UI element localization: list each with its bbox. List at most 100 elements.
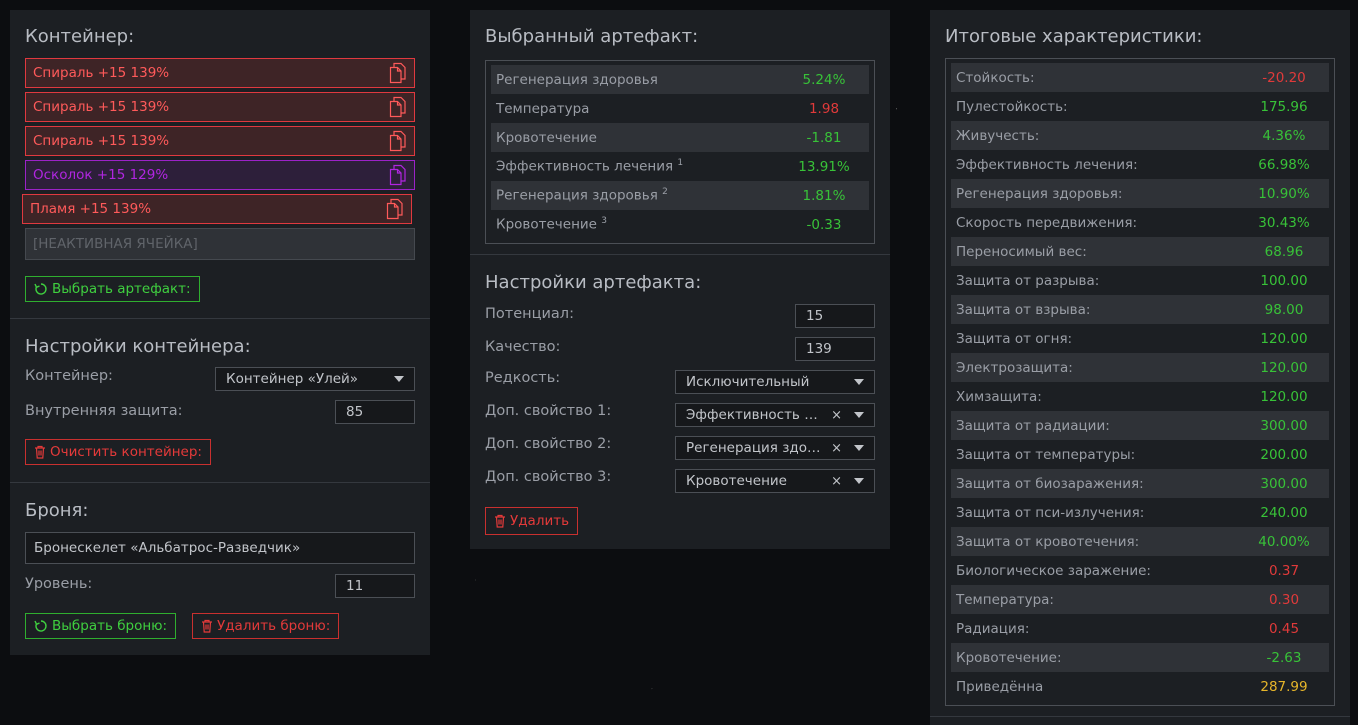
stat-value: -1.81 bbox=[806, 129, 842, 146]
stat-row: Температура: 0.30 bbox=[951, 585, 1329, 614]
stat-name-text: Биологическое заражение: bbox=[956, 562, 1151, 579]
stat-name-text: Приведённа bbox=[956, 678, 1044, 695]
stat-name-text: Защита от пси-излучения: bbox=[956, 504, 1145, 521]
rarity-label: Редкость: bbox=[485, 370, 561, 386]
stat-name: Температура: bbox=[956, 592, 1054, 608]
artifact-slot[interactable]: Спираль +15 139% bbox=[25, 126, 415, 156]
stat-row: Защита от радиации: 300.00 bbox=[951, 411, 1329, 440]
stat-value: -0.33 bbox=[806, 216, 842, 233]
container-settings-title: Настройки контейнера: bbox=[25, 336, 251, 357]
prop2-select[interactable]: Регенерация здоровья × bbox=[675, 436, 875, 460]
stat-value: 10.90% bbox=[1258, 185, 1310, 202]
stat-row: Регенерация здоровья: 10.90% bbox=[951, 179, 1329, 208]
stat-name: Радиация: bbox=[956, 621, 1029, 637]
clear-icon[interactable]: × bbox=[831, 474, 842, 489]
artifact-slot[interactable]: Спираль +15 139% bbox=[25, 58, 415, 88]
artifact-slot[interactable]: Пламя +15 139% bbox=[22, 194, 412, 224]
stat-value: 300.00 bbox=[1260, 417, 1308, 434]
copy-icon[interactable] bbox=[389, 130, 407, 152]
select-armor-button[interactable]: Выбрать броню: bbox=[25, 613, 177, 639]
stat-name-text: Электрозащита: bbox=[956, 359, 1073, 376]
stat-row: Эффективность лечения 1 13.91% bbox=[491, 152, 869, 181]
stat-name-text: Кровотечение bbox=[496, 129, 597, 146]
stat-name: Кровотечение 3 bbox=[496, 216, 607, 233]
prop1-select[interactable]: Эффективность лечения × bbox=[675, 403, 875, 427]
stat-value: 30.43% bbox=[1258, 214, 1310, 231]
clear-icon[interactable]: × bbox=[831, 441, 842, 456]
artifact-panel: Выбранный артефакт: Регенерация здоровья… bbox=[470, 10, 890, 549]
refresh-icon bbox=[34, 620, 47, 632]
stat-name-text: Регенерация здоровья bbox=[496, 71, 658, 88]
stat-name: Регенерация здоровья: bbox=[956, 186, 1122, 202]
stat-name-text: Регенерация здоровья: bbox=[956, 185, 1123, 202]
stat-name: Эффективность лечения: bbox=[956, 157, 1138, 173]
stat-name: Защита от кровотечения: bbox=[956, 534, 1139, 550]
delete-artifact-button[interactable]: Удалить bbox=[485, 507, 579, 535]
select-artifact-button[interactable]: Выбрать артефакт: bbox=[25, 276, 200, 302]
artifact-slot[interactable]: Спираль +15 139% bbox=[25, 92, 415, 122]
stat-row: Защита от огня: 120.00 bbox=[951, 324, 1329, 353]
stat-value: 13.91% bbox=[798, 158, 850, 175]
stat-value: 68.96 bbox=[1264, 243, 1304, 260]
artifact-slot-label: Осколок +15 129% bbox=[33, 167, 169, 183]
rarity-select[interactable]: Исключительный bbox=[675, 370, 875, 394]
clear-container-button[interactable]: Очистить контейнер: bbox=[25, 439, 211, 465]
level-input[interactable]: 11 bbox=[335, 574, 415, 598]
artifact-slot[interactable]: [НЕАКТИВНАЯ ЯЧЕЙКА] bbox=[25, 228, 415, 260]
prop1-select-value: Эффективность лечения bbox=[686, 407, 825, 423]
delete-armor-button[interactable]: Удалить броню: bbox=[192, 613, 340, 639]
stat-name: Защита от разрыва: bbox=[956, 273, 1099, 289]
clear-icon[interactable]: × bbox=[831, 408, 842, 423]
potential-input[interactable]: 15 bbox=[795, 304, 875, 328]
stat-value: 5.24% bbox=[802, 71, 846, 88]
totals-panel: Итоговые характеристики: Стойкость: -20.2… bbox=[930, 10, 1350, 725]
prop3-select[interactable]: Кровотечение × bbox=[675, 469, 875, 493]
prop3-label: Доп. свойство 3: bbox=[485, 469, 612, 485]
stat-name-text: Переносимый вес: bbox=[956, 243, 1087, 260]
stat-name-text: Защита от огня: bbox=[956, 330, 1073, 347]
stat-name: Защита от температуры: bbox=[956, 447, 1135, 463]
copy-icon[interactable] bbox=[389, 96, 407, 118]
stat-name-text: Защита от радиации: bbox=[956, 417, 1110, 434]
copy-icon[interactable] bbox=[389, 164, 407, 186]
copy-icon[interactable] bbox=[386, 198, 404, 220]
stat-value: 287.99 bbox=[1260, 678, 1308, 695]
stat-value: -20.20 bbox=[1262, 69, 1306, 86]
stat-name-text: Защита от биозаражения: bbox=[956, 475, 1144, 492]
artifact-title: Выбранный артефакт: bbox=[485, 26, 699, 47]
stat-value: 40.00% bbox=[1258, 533, 1310, 550]
stat-name: Приведённа bbox=[956, 679, 1043, 695]
stat-row: Защита от биозаражения: 300.00 bbox=[951, 469, 1329, 498]
stat-value: 1.81% bbox=[802, 187, 846, 204]
quality-input[interactable]: 139 bbox=[795, 337, 875, 361]
stat-name: Защита от радиации: bbox=[956, 418, 1110, 434]
container-select[interactable]: Контейнер «Улей» bbox=[215, 367, 415, 391]
stat-row: Эффективность лечения: 66.98% bbox=[951, 150, 1329, 179]
chevron-down-icon bbox=[854, 445, 864, 451]
armor-field[interactable]: Бронескелет «Альбатрос-Разведчик» bbox=[25, 532, 415, 564]
inner-protection-input[interactable]: 85 bbox=[335, 400, 415, 424]
stat-name: Кровотечение: bbox=[956, 650, 1062, 666]
artifact-slot-label: Спираль +15 139% bbox=[33, 99, 170, 115]
stat-name-text: Эффективность лечения bbox=[496, 158, 674, 175]
stat-name: Кровотечение bbox=[496, 130, 597, 146]
divider bbox=[930, 716, 1350, 717]
stat-row: Приведённа 287.99 bbox=[951, 672, 1329, 701]
totals-title: Итоговые характеристики: bbox=[945, 26, 1203, 47]
stat-value: 300.00 bbox=[1260, 475, 1308, 492]
stat-value: 120.00 bbox=[1260, 359, 1308, 376]
trash-icon bbox=[495, 514, 505, 528]
artifact-slot[interactable]: Осколок +15 129% bbox=[25, 160, 415, 190]
stat-name: Защита от взрыва: bbox=[956, 302, 1090, 318]
stat-row: Стойкость: -20.20 bbox=[951, 63, 1329, 92]
artifact-slot-label: Пламя +15 139% bbox=[30, 201, 152, 217]
copy-icon[interactable] bbox=[389, 62, 407, 84]
level-label: Уровень: bbox=[25, 576, 93, 592]
stat-value: 1.98 bbox=[808, 100, 840, 117]
stat-name-text: Пулестойкость: bbox=[956, 98, 1068, 115]
delete-armor-label: Удалить броню: bbox=[217, 618, 331, 634]
stat-name: Переносимый вес: bbox=[956, 244, 1087, 260]
stat-row: Переносимый вес: 68.96 bbox=[951, 237, 1329, 266]
artifact-stats-table: Регенерация здоровья 5.24% Температура 1.98… bbox=[485, 60, 875, 244]
container-panel: Контейнер: Спираль +15 139% Спираль +15 1… bbox=[10, 10, 430, 655]
